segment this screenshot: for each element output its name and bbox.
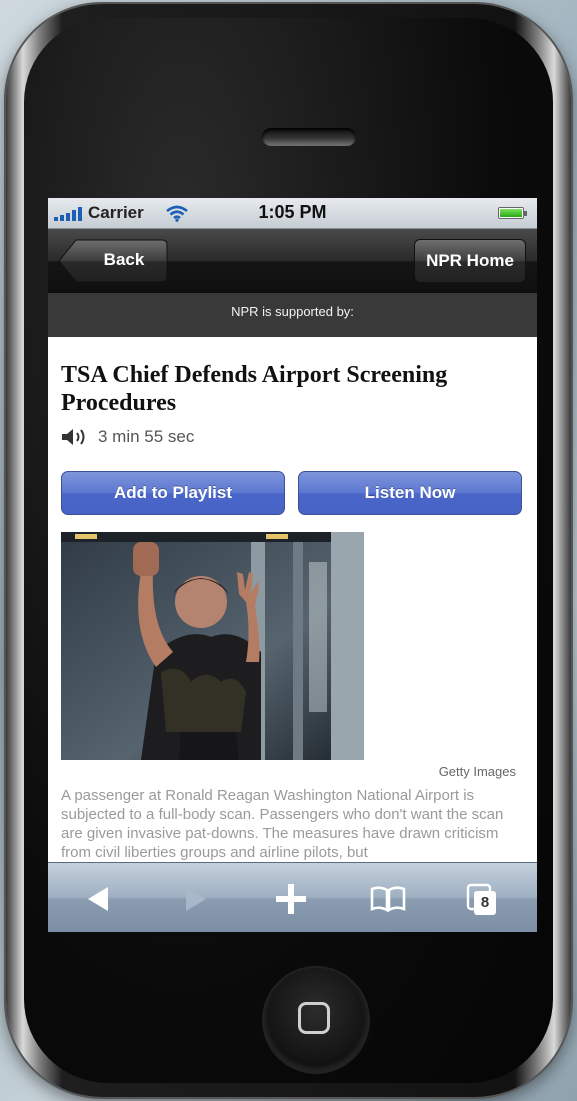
home-square-icon: [298, 1002, 330, 1034]
battery-icon: [498, 207, 527, 219]
forward-arrow-icon[interactable]: [174, 877, 218, 921]
pages-count: 8: [480, 894, 490, 911]
listen-now-button[interactable]: Listen Now: [298, 471, 522, 515]
photo-caption: A passenger at Ronald Reagan Washington …: [61, 787, 504, 861]
add-icon[interactable]: [269, 877, 313, 921]
article: TSA Chief Defends Airport Screening Proc…: [48, 337, 537, 862]
status-bar: Carrier 1:05 PM: [48, 198, 537, 229]
earpiece-speaker: [262, 128, 356, 146]
back-button[interactable]: Back: [58, 239, 168, 283]
pages-button[interactable]: 8: [460, 877, 504, 921]
back-arrow-icon[interactable]: [76, 877, 120, 921]
audio-duration: 3 min 55 sec: [98, 427, 195, 446]
screen: Carrier 1:05 PM Back NPR Home NPR is sup…: [48, 198, 537, 932]
speaker-icon: [62, 429, 85, 445]
safari-toolbar: 8: [48, 862, 537, 932]
sponsor-bar: NPR is supported by:: [48, 293, 537, 337]
back-button-label: Back: [103, 250, 145, 269]
clock: 1:05 PM: [258, 202, 327, 222]
add-to-playlist-button[interactable]: Add to Playlist: [61, 471, 285, 515]
photo-credit: Getty Images: [438, 764, 516, 779]
npr-home-button[interactable]: NPR Home: [414, 239, 526, 283]
article-photo[interactable]: [61, 532, 364, 760]
article-headline: TSA Chief Defends Airport Screening Proc…: [61, 362, 448, 416]
photo-scene: [61, 532, 364, 760]
navigation-bar: Back NPR Home: [48, 229, 537, 293]
home-button[interactable]: [264, 968, 368, 1072]
bookmarks-icon[interactable]: [366, 877, 410, 921]
